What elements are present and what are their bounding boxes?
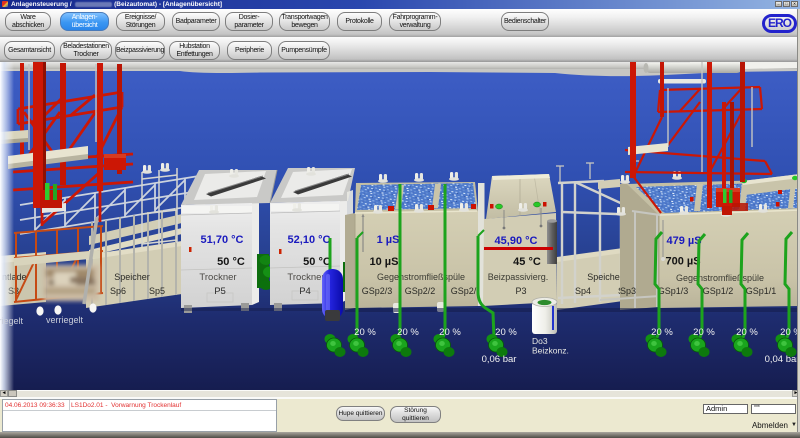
svg-text:P3: P3 bbox=[515, 286, 526, 296]
svg-text:Trockner: Trockner bbox=[199, 272, 236, 283]
svg-text:20 %: 20 % bbox=[495, 327, 517, 338]
svg-text:GSp2/3: GSp2/3 bbox=[362, 286, 393, 296]
svg-text:10 µS: 10 µS bbox=[370, 256, 399, 268]
svg-text:45,90 °C: 45,90 °C bbox=[495, 235, 538, 247]
svg-text:20 %: 20 % bbox=[354, 327, 376, 338]
svg-text:20 %: 20 % bbox=[439, 327, 461, 338]
svg-text:Gegenstromfließspüle: Gegenstromfließspüle bbox=[377, 272, 465, 282]
svg-text:Speicher: Speicher bbox=[114, 272, 150, 282]
svg-text:P4: P4 bbox=[299, 286, 311, 297]
svg-text:50 °C: 50 °C bbox=[217, 256, 245, 268]
svg-text:1 µS: 1 µS bbox=[377, 234, 400, 246]
svg-text:51,70 °C: 51,70 °C bbox=[201, 234, 244, 246]
svg-text:P5: P5 bbox=[214, 286, 226, 297]
svg-text:GSp1/3: GSp1/3 bbox=[658, 286, 689, 296]
svg-text:Trockner: Trockner bbox=[287, 272, 324, 283]
svg-text:45 °C: 45 °C bbox=[513, 256, 541, 268]
svg-text:GSp1/1: GSp1/1 bbox=[746, 286, 777, 296]
svg-text:GSp2/2: GSp2/2 bbox=[405, 286, 436, 296]
svg-text:Sp6: Sp6 bbox=[110, 286, 126, 296]
svg-text:Beizkonz.: Beizkonz. bbox=[532, 346, 569, 356]
svg-text:Gegenstromfließspüle: Gegenstromfließspüle bbox=[676, 273, 764, 283]
svg-text:700 µS: 700 µS bbox=[665, 256, 700, 268]
svg-text:20 %: 20 % bbox=[397, 327, 419, 338]
svg-text:Do3: Do3 bbox=[532, 336, 548, 346]
svg-text:20 %: 20 % bbox=[736, 327, 758, 338]
svg-text:50 °C: 50 °C bbox=[303, 256, 331, 268]
svg-text:479 µS: 479 µS bbox=[666, 235, 701, 247]
svg-text:Beizpassivierg.: Beizpassivierg. bbox=[488, 272, 549, 282]
svg-text:Sp4: Sp4 bbox=[575, 286, 591, 296]
svg-text:Speicher: Speicher bbox=[587, 272, 623, 282]
svg-text:20 %: 20 % bbox=[651, 327, 673, 338]
svg-text:GSp1/2: GSp1/2 bbox=[703, 286, 734, 296]
svg-text:Sp3: Sp3 bbox=[620, 286, 636, 296]
svg-text:0,04 bar: 0,04 bar bbox=[765, 354, 800, 365]
svg-text:verriegelt: verriegelt bbox=[46, 315, 84, 325]
svg-text:0,06 bar: 0,06 bar bbox=[482, 354, 517, 365]
svg-text:verriegelt: verriegelt bbox=[0, 316, 24, 326]
svg-text:52,10 °C: 52,10 °C bbox=[288, 234, 331, 246]
svg-text:Sp5: Sp5 bbox=[149, 286, 165, 296]
svg-text:20 %: 20 % bbox=[693, 327, 715, 338]
